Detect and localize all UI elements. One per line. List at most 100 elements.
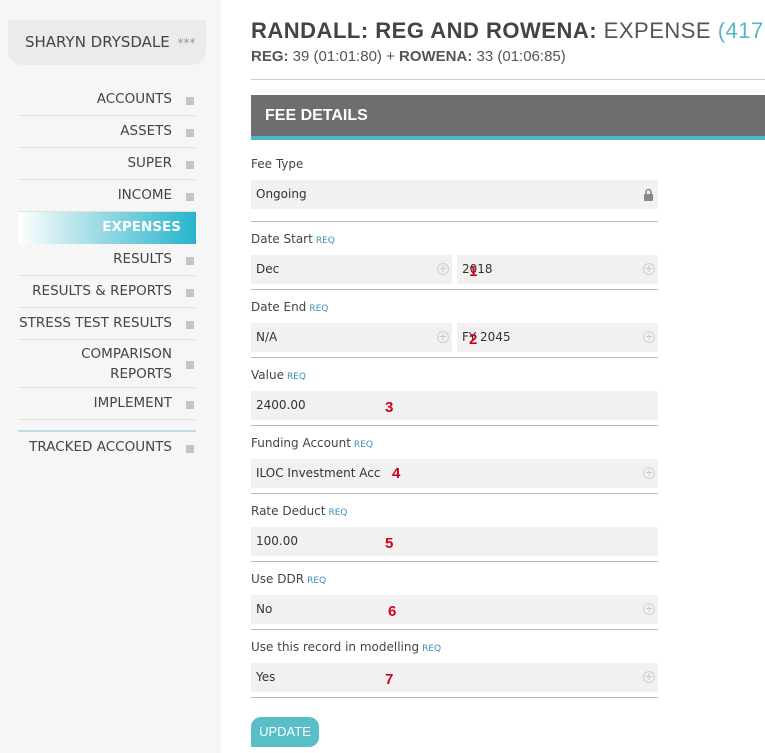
user-stars: *** bbox=[177, 36, 196, 50]
nav-label: SUPER bbox=[127, 155, 172, 171]
field-value: Ongoing bbox=[256, 187, 307, 201]
date-end-year-select[interactable]: FY 2045 + bbox=[457, 323, 658, 352]
field-date-start: Date Start REQ Dec + 2018 + 1 bbox=[251, 222, 658, 290]
nav-item-assets[interactable]: ASSETS bbox=[18, 116, 196, 148]
field-value: Value REQ 2400.00 3 bbox=[251, 358, 658, 426]
section-name: EXPENSE bbox=[603, 18, 712, 43]
square-icon bbox=[186, 129, 194, 137]
square-icon bbox=[186, 97, 194, 105]
plus-circle-icon: + bbox=[643, 670, 655, 683]
field-date-end: Date End REQ N/A + FY 2045 + 2 bbox=[251, 290, 658, 358]
nav-item-tracked-accounts[interactable]: TRACKED ACCOUNTS bbox=[18, 432, 196, 464]
field-value: ILOC Investment Acc bbox=[256, 466, 381, 480]
square-icon bbox=[186, 257, 194, 265]
sidebar-nav: ACCOUNTS ASSETS SUPER INCOME EXPENSES RE… bbox=[18, 84, 196, 464]
req-badge: REQ bbox=[286, 372, 306, 382]
nav-item-income[interactable]: INCOME bbox=[18, 180, 196, 212]
nav-item-implement[interactable]: IMPLEMENT bbox=[18, 388, 196, 420]
nav-item-comparison-reports[interactable]: COMPARISON REPORTS bbox=[18, 340, 196, 388]
req-badge: REQ bbox=[309, 304, 329, 314]
nav-label: RESULTS bbox=[113, 251, 172, 267]
rate-deduct-input[interactable]: 100.00 bbox=[251, 527, 658, 556]
req-badge: REQ bbox=[315, 236, 335, 246]
field-value: Dec bbox=[256, 262, 280, 276]
plus-circle-icon: + bbox=[437, 262, 449, 275]
panel-header: FEE DETAILS bbox=[251, 95, 765, 140]
field-label: Funding Account REQ bbox=[251, 436, 373, 450]
fee-type-input[interactable]: Ongoing bbox=[251, 180, 658, 209]
annotation-marker-7: 7 bbox=[385, 671, 394, 688]
panel-title: FEE DETAILS bbox=[265, 107, 368, 124]
nav-item-accounts[interactable]: ACCOUNTS bbox=[18, 84, 196, 116]
value-input[interactable]: 2400.00 bbox=[251, 391, 658, 420]
nav-item-results-reports[interactable]: RESULTS & REPORTS bbox=[18, 276, 196, 308]
field-fee-type: Fee Type Ongoing bbox=[251, 156, 658, 222]
user-box[interactable]: SHARYN DRYSDALE *** bbox=[8, 20, 206, 65]
square-icon bbox=[186, 361, 194, 369]
header-divider bbox=[251, 79, 765, 80]
field-label: Use DDR REQ bbox=[251, 572, 327, 586]
plus-circle-icon: + bbox=[437, 330, 449, 343]
field-use-ddr: Use DDR REQ No + 6 bbox=[251, 562, 658, 630]
nav-label: IMPLEMENT bbox=[93, 395, 172, 411]
annotation-marker-1: 1 bbox=[469, 263, 478, 280]
square-icon bbox=[186, 445, 194, 453]
field-use-in-modelling: Use this record in modelling REQ Yes + 7 bbox=[251, 630, 658, 698]
square-icon bbox=[186, 401, 194, 409]
person1-name: REG: bbox=[251, 48, 289, 65]
field-value: Yes bbox=[256, 670, 276, 684]
nav-label: COMPARISON bbox=[81, 346, 172, 362]
page-subtitle: REG: 39 (01:01:80) + ROWENA: 33 (01:06:8… bbox=[251, 48, 765, 65]
plus-circle-icon: + bbox=[643, 466, 655, 479]
lock-icon bbox=[644, 188, 653, 201]
person2-name: ROWENA: bbox=[399, 48, 473, 65]
funding-account-select[interactable]: ILOC Investment Acc + bbox=[251, 459, 658, 488]
nav-item-results[interactable]: RESULTS bbox=[18, 244, 196, 276]
req-badge: REQ bbox=[422, 644, 442, 654]
annotation-marker-3: 3 bbox=[385, 399, 394, 416]
date-start-year-select[interactable]: 2018 + bbox=[457, 255, 658, 284]
field-value: 100.00 bbox=[256, 534, 298, 548]
nav-divider bbox=[18, 420, 196, 432]
plus-circle-icon: + bbox=[643, 602, 655, 615]
update-button[interactable]: UPDATE bbox=[251, 717, 319, 747]
person1-detail: 39 (01:01:80) + bbox=[292, 48, 395, 65]
nav-label: ASSETS bbox=[120, 123, 172, 139]
record-id: (41791) bbox=[717, 18, 765, 43]
nav-item-super[interactable]: SUPER bbox=[18, 148, 196, 180]
field-rate-deduct: Rate Deduct REQ 100.00 5 bbox=[251, 494, 658, 562]
nav-item-expenses[interactable]: EXPENSES bbox=[18, 212, 196, 244]
date-end-month-select[interactable]: N/A + bbox=[251, 323, 452, 352]
square-icon bbox=[186, 161, 194, 169]
plus-circle-icon: + bbox=[643, 330, 655, 343]
field-value: 2400.00 bbox=[256, 398, 306, 412]
date-start-month-select[interactable]: Dec + bbox=[251, 255, 452, 284]
client-name: RANDALL: REG AND ROWENA: bbox=[251, 18, 598, 43]
annotation-marker-6: 6 bbox=[388, 603, 397, 620]
field-label: Date End REQ bbox=[251, 300, 329, 314]
fee-form: Fee Type Ongoing Date Start REQ Dec + 2018… bbox=[251, 156, 658, 698]
annotation-marker-5: 5 bbox=[385, 535, 394, 552]
nav-label: INCOME bbox=[117, 187, 172, 203]
person2-detail: 33 (01:06:85) bbox=[476, 48, 566, 65]
req-badge: REQ bbox=[353, 440, 373, 450]
field-label: Fee Type bbox=[251, 157, 304, 171]
field-label: Value REQ bbox=[251, 368, 306, 382]
field-value: No bbox=[256, 602, 273, 616]
nav-label: RESULTS & REPORTS bbox=[32, 283, 172, 299]
plus-circle-icon: + bbox=[643, 262, 655, 275]
nav-label: EXPENSES bbox=[102, 219, 181, 235]
field-label: Rate Deduct REQ bbox=[251, 504, 348, 518]
page-title: RANDALL: REG AND ROWENA: EXPENSE (41791) bbox=[251, 18, 765, 44]
field-funding-account: Funding Account REQ ILOC Investment Acc + … bbox=[251, 426, 658, 494]
nav-item-stress-test[interactable]: STRESS TEST RESULTS bbox=[18, 308, 196, 340]
annotation-marker-2: 2 bbox=[469, 331, 478, 348]
use-in-modelling-select[interactable]: Yes + bbox=[251, 663, 658, 692]
square-icon bbox=[186, 321, 194, 329]
nav-label: REPORTS bbox=[110, 366, 172, 382]
nav-label: STRESS TEST RESULTS bbox=[19, 315, 172, 331]
main-content: RANDALL: REG AND ROWENA: EXPENSE (41791)… bbox=[251, 0, 765, 698]
field-label: Use this record in modelling REQ bbox=[251, 640, 442, 654]
use-ddr-select[interactable]: No + bbox=[251, 595, 658, 624]
req-badge: REQ bbox=[328, 508, 348, 518]
